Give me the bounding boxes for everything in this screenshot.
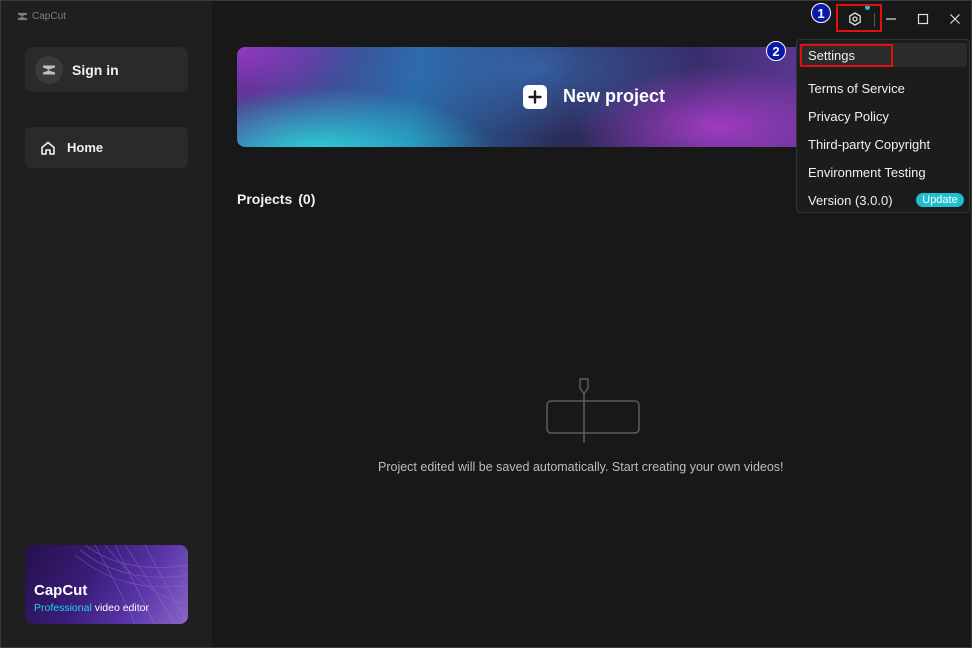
app-window: CapCut Sign in Home CapCut Professional … — [0, 0, 972, 648]
sign-in-button[interactable]: Sign in — [25, 47, 188, 92]
promo-subtitle-rest: video editor — [91, 602, 149, 614]
menu-item-terms-of-service[interactable]: Terms of Service — [808, 81, 905, 96]
annotation-number-1: 1 — [811, 3, 831, 23]
menu-item-third-party-copyright[interactable]: Third-party Copyright — [808, 137, 930, 152]
capcut-logo-icon — [17, 12, 28, 21]
minimize-icon — [886, 18, 896, 20]
projects-count: (0) — [298, 191, 316, 207]
sign-in-label: Sign in — [72, 61, 119, 78]
update-badge[interactable]: Update — [916, 193, 964, 207]
promo-card[interactable]: CapCut Professional video editor — [25, 545, 188, 624]
promo-subtitle: Professional video editor — [34, 602, 149, 614]
promo-title: CapCut — [34, 582, 88, 599]
projects-heading: Projects (0) — [237, 191, 315, 207]
new-project-label: New project — [563, 86, 666, 106]
annotation-number-2: 2 — [766, 41, 786, 61]
new-project-button[interactable]: New project — [237, 47, 837, 147]
empty-timeline-illustration — [546, 378, 640, 443]
sidebar-item-home[interactable]: Home — [25, 127, 188, 168]
avatar — [35, 55, 63, 84]
projects-title: Projects — [237, 191, 293, 207]
annotation-box-settings-gear — [836, 4, 882, 32]
menu-item-version[interactable]: Version (3.0.0) — [808, 193, 893, 208]
app-brand-label: CapCut — [32, 11, 66, 22]
home-icon — [40, 140, 56, 156]
plus-icon — [523, 85, 547, 109]
close-icon — [950, 14, 960, 24]
annotation-box-settings-item — [800, 44, 893, 67]
close-button[interactable] — [945, 9, 965, 29]
minimize-button[interactable] — [881, 9, 901, 29]
empty-state-message: Project edited will be saved automatical… — [378, 460, 784, 474]
maximize-icon — [917, 13, 929, 25]
sidebar-item-label: Home — [67, 140, 104, 155]
promo-subtitle-accent: Professional — [34, 602, 92, 614]
maximize-button[interactable] — [913, 9, 933, 29]
capcut-logo-icon — [43, 65, 55, 74]
menu-item-privacy-policy[interactable]: Privacy Policy — [808, 109, 889, 124]
sidebar: CapCut Sign in Home CapCut Professional … — [1, 1, 212, 647]
menu-item-environment-testing[interactable]: Environment Testing — [808, 165, 926, 180]
app-brand: CapCut — [17, 11, 66, 22]
